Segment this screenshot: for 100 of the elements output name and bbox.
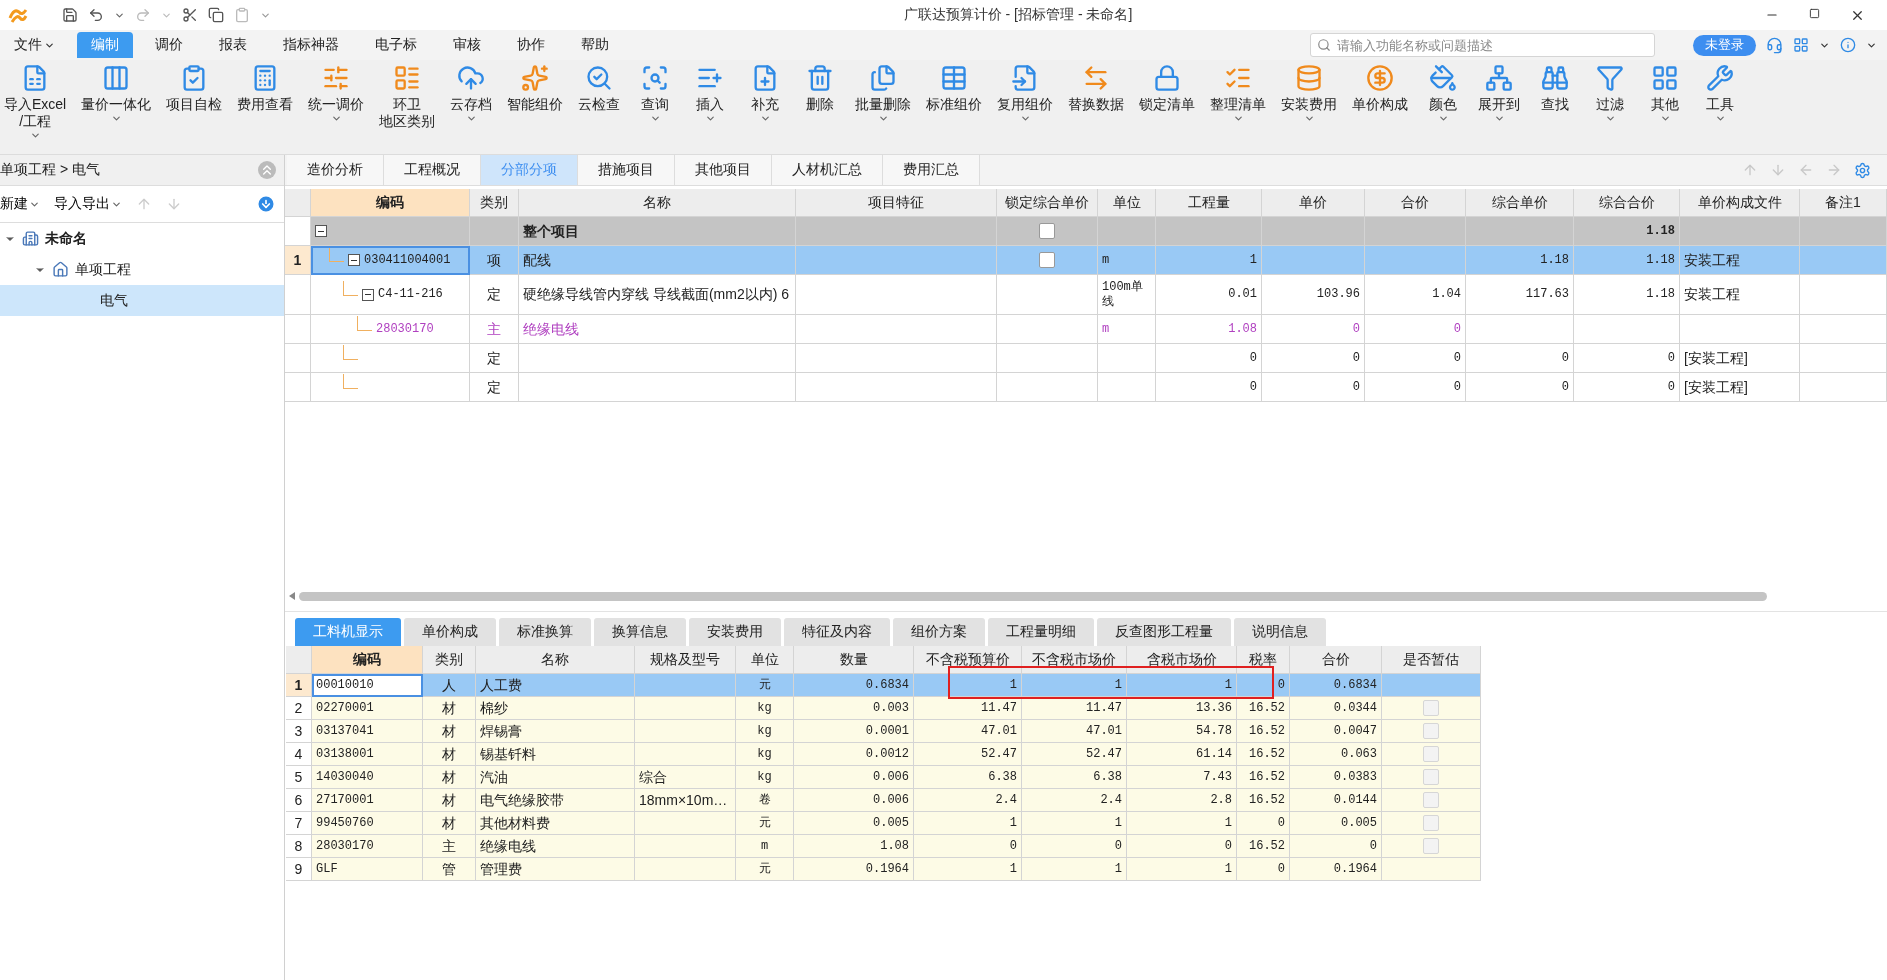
code-cell[interactable]: 02270001: [312, 697, 423, 720]
headset-icon[interactable]: [1766, 36, 1783, 54]
menu-item[interactable]: 调价: [141, 32, 197, 58]
ribbon-button[interactable]: 其他: [1641, 64, 1690, 124]
ribbon-button[interactable]: 替换数据: [1064, 64, 1129, 113]
cut-icon[interactable]: [182, 7, 198, 23]
ribbon-button[interactable]: 删除: [796, 64, 845, 113]
ribbon-button[interactable]: 过滤: [1586, 64, 1635, 124]
ribbon-button[interactable]: 查询: [631, 64, 680, 124]
move-up-icon[interactable]: [136, 196, 152, 212]
tree-item[interactable]: 未命名: [0, 223, 284, 254]
ribbon-button[interactable]: 单价构成: [1348, 64, 1413, 113]
info-icon[interactable]: [1840, 37, 1856, 53]
ribbon-button[interactable]: 标准组价: [922, 64, 987, 113]
code-cell[interactable]: GLF: [312, 858, 423, 881]
checkbox[interactable]: [1423, 815, 1439, 831]
code-cell[interactable]: C4-11-216: [311, 275, 470, 315]
tab[interactable]: 措施项目: [578, 155, 675, 185]
collapse-icon[interactable]: [362, 288, 374, 301]
tab[interactable]: 特征及内容: [784, 618, 890, 646]
tab[interactable]: 说明信息: [1234, 618, 1326, 646]
menu-item[interactable]: 报表: [205, 32, 261, 58]
ribbon-button[interactable]: 智能组价: [503, 64, 568, 113]
tab[interactable]: 反查图形工程量: [1097, 618, 1231, 646]
tab[interactable]: 单价构成: [404, 618, 496, 646]
menu-item[interactable]: 指标神器: [269, 32, 353, 58]
search-field[interactable]: 请输入功能名称或问题描述: [1310, 33, 1655, 57]
tab[interactable]: 造价分析: [287, 155, 384, 185]
code-cell[interactable]: 03138001: [312, 743, 423, 766]
checkbox[interactable]: [1423, 792, 1439, 808]
code-cell[interactable]: 14030040: [312, 766, 423, 789]
checkbox[interactable]: [1423, 700, 1439, 716]
ribbon-button[interactable]: 颜色: [1419, 64, 1468, 124]
paste-icon[interactable]: [234, 7, 250, 23]
ribbon-button[interactable]: 批量删除: [851, 64, 916, 124]
tab[interactable]: 工程概况: [384, 155, 481, 185]
tab[interactable]: 工程量明细: [988, 618, 1094, 646]
tree-item[interactable]: 单项工程: [0, 254, 284, 285]
copy-icon[interactable]: [208, 7, 224, 23]
ribbon-button[interactable]: 安装费用: [1277, 64, 1342, 124]
checkbox[interactable]: [1039, 223, 1055, 239]
checkbox[interactable]: [1423, 769, 1439, 785]
menu-item[interactable]: 审核: [439, 32, 495, 58]
right-icon[interactable]: [1826, 162, 1842, 178]
ribbon-button[interactable]: 量价一体化: [77, 64, 156, 124]
ribbon-button[interactable]: 云存档: [446, 64, 497, 124]
ribbon-button[interactable]: 费用查看: [233, 64, 298, 113]
redo-icon[interactable]: [135, 7, 151, 23]
tab[interactable]: 其他项目: [675, 155, 772, 185]
tab[interactable]: 标准换算: [499, 618, 591, 646]
checkbox[interactable]: [1039, 252, 1055, 268]
tab[interactable]: 换算信息: [594, 618, 686, 646]
ribbon-button[interactable]: 项目自检: [162, 64, 227, 113]
ribbon-button[interactable]: 导入Excel /工程: [0, 64, 71, 141]
ribbon-button[interactable]: 锁定清单: [1135, 64, 1200, 113]
code-cell[interactable]: 99450760: [312, 812, 423, 835]
down-icon[interactable]: [1770, 162, 1786, 178]
grid-icon[interactable]: [1793, 37, 1809, 53]
collapse-icon[interactable]: [348, 254, 360, 266]
code-cell[interactable]: 03137041: [312, 720, 423, 743]
save-icon[interactable]: [62, 7, 78, 23]
code-cell[interactable]: 28030170: [312, 835, 423, 858]
ribbon-button[interactable]: 环卫 地区类别: [375, 64, 440, 130]
restore-icon[interactable]: [1809, 7, 1820, 19]
menu-item[interactable]: 协作: [503, 32, 559, 58]
code-cell[interactable]: [311, 373, 470, 402]
ribbon-button[interactable]: 整理清单: [1206, 64, 1271, 124]
ribbon-button[interactable]: 云检查: [574, 64, 625, 113]
checkbox[interactable]: [1423, 723, 1439, 739]
ribbon-button[interactable]: 复用组价: [993, 64, 1058, 124]
scroll-left-icon[interactable]: [289, 592, 295, 600]
tab[interactable]: 组价方案: [893, 618, 985, 646]
tab[interactable]: 人材机汇总: [772, 155, 883, 185]
tab[interactable]: 安装费用: [689, 618, 781, 646]
code-cell[interactable]: 28030170: [311, 315, 470, 344]
checkbox[interactable]: [1423, 838, 1439, 854]
toolbar-button[interactable]: 导入导出: [54, 195, 122, 213]
left-icon[interactable]: [1798, 162, 1814, 178]
toolbar-button[interactable]: 新建: [0, 195, 40, 213]
up-icon[interactable]: [1742, 162, 1758, 178]
ribbon-button[interactable]: 查找: [1531, 64, 1580, 113]
undo-icon[interactable]: [88, 7, 104, 23]
ribbon-button[interactable]: 统一调价: [304, 64, 369, 124]
menu-item[interactable]: 电子标: [361, 32, 431, 58]
menu-item[interactable]: 文件: [0, 32, 69, 58]
download-icon[interactable]: [256, 194, 276, 214]
code-cell[interactable]: 00010010: [312, 674, 423, 697]
ribbon-button[interactable]: 补充: [741, 64, 790, 124]
settings-icon[interactable]: [1854, 161, 1871, 179]
menu-item[interactable]: 帮助: [567, 32, 623, 58]
ribbon-button[interactable]: 插入: [686, 64, 735, 124]
checkbox[interactable]: [1423, 746, 1439, 762]
ribbon-button[interactable]: 展开到: [1474, 64, 1525, 124]
code-cell[interactable]: [311, 217, 470, 246]
ribbon-button[interactable]: 工具: [1696, 64, 1745, 124]
tab[interactable]: 费用汇总: [883, 155, 980, 185]
code-cell[interactable]: 27170001: [312, 789, 423, 812]
collapse-icon[interactable]: [315, 225, 327, 237]
code-cell[interactable]: [311, 344, 470, 373]
move-down-icon[interactable]: [166, 196, 182, 212]
